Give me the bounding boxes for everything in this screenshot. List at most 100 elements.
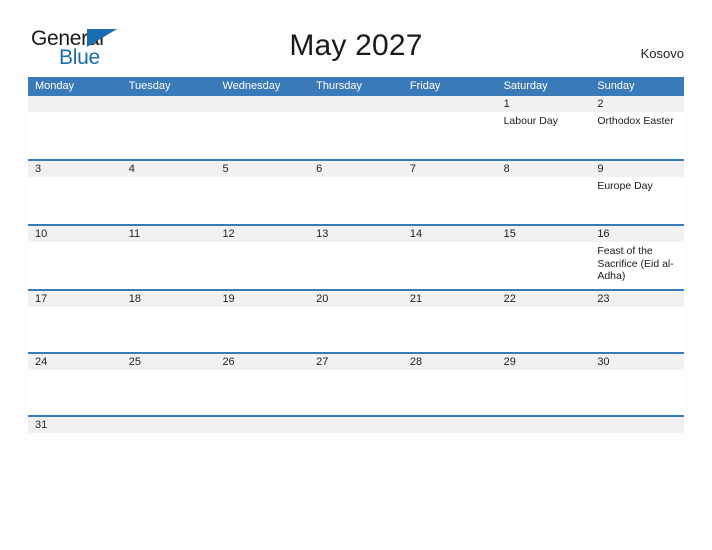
calendar-week-row: 10 11 12 13 14 15 16 Feast of the Sacrifice (Ei…: [28, 224, 685, 289]
country-label: Kosovo: [640, 46, 684, 61]
day-cell-empty: [402, 96, 497, 159]
day-number: [590, 417, 685, 433]
weekday-header-row: Monday Tuesday Wednesday Thursday Friday…: [28, 77, 684, 96]
day-cell-empty: [28, 96, 122, 159]
day-number: 22: [496, 291, 591, 307]
day-number: 1: [496, 96, 591, 112]
day-events: Labour Day: [497, 112, 591, 128]
day-cell[interactable]: 17: [28, 291, 122, 352]
day-number: 17: [28, 291, 122, 307]
day-number: 26: [215, 354, 310, 370]
calendar-week-inner: 17 18 19 20 21 22 23: [28, 291, 685, 352]
day-cell[interactable]: 29: [496, 354, 591, 415]
day-cell[interactable]: 12: [215, 226, 310, 289]
day-cell-empty: [309, 417, 403, 433]
calendar-week-inner: 24 25 26 27 28 29 30: [28, 354, 685, 415]
weekday-header-sunday: Sunday: [597, 80, 635, 92]
calendar-week-row: 1 Labour Day 2 Orthodox Easter: [28, 96, 685, 159]
day-events: Orthodox Easter: [590, 112, 684, 128]
day-number: 20: [309, 291, 403, 307]
day-cell[interactable]: 8: [496, 161, 591, 224]
day-cell-empty: [121, 417, 216, 433]
day-events: Feast of the Sacrifice (Eid al-Adha): [590, 242, 684, 283]
day-number: [402, 96, 497, 112]
day-number: 13: [309, 226, 403, 242]
day-cell[interactable]: 13: [309, 226, 403, 289]
calendar-week-inner: 3 4 5 6 7 8 9 Europe Day: [28, 161, 685, 224]
day-cell[interactable]: 28: [402, 354, 497, 415]
day-number: 24: [28, 354, 122, 370]
day-cell-empty: [496, 417, 591, 433]
day-cell-empty: [309, 96, 403, 159]
day-cell[interactable]: 14: [402, 226, 497, 289]
day-cell[interactable]: 15: [496, 226, 591, 289]
holiday-event: Orthodox Easter: [597, 115, 674, 127]
day-number: 27: [309, 354, 403, 370]
day-cell[interactable]: 4: [121, 161, 216, 224]
day-number: 7: [402, 161, 497, 177]
weekday-header-friday: Friday: [409, 80, 441, 92]
day-cell[interactable]: 23: [590, 291, 685, 352]
day-cell[interactable]: 3: [28, 161, 122, 224]
day-number: 16: [590, 226, 685, 242]
day-cell[interactable]: 11: [121, 226, 216, 289]
weekday-header-monday: Monday: [35, 80, 75, 92]
day-number: 8: [496, 161, 591, 177]
calendar-page: General Blue May 2027 Kosovo Monday Tues…: [0, 0, 712, 550]
day-number: [309, 417, 403, 433]
day-cell[interactable]: 7: [402, 161, 497, 224]
day-cell[interactable]: 5: [215, 161, 310, 224]
day-cell[interactable]: 24: [28, 354, 122, 415]
day-number: [215, 96, 310, 112]
day-number: [309, 96, 403, 112]
day-number: 23: [590, 291, 685, 307]
day-cell[interactable]: 31: [28, 417, 122, 433]
day-number: 12: [215, 226, 310, 242]
calendar-weeks: 1 Labour Day 2 Orthodox Easter 3 4 5 6 7 8 9 Europe…: [28, 96, 685, 433]
day-cell-empty: [402, 417, 497, 433]
day-number: 10: [28, 226, 122, 242]
calendar-week-row: 24 25 26 27 28 29 30: [28, 352, 685, 415]
day-cell[interactable]: 6: [309, 161, 403, 224]
day-cell[interactable]: 21: [402, 291, 497, 352]
calendar-week-row: 17 18 19 20 21 22 23: [28, 289, 685, 352]
day-number: [215, 417, 310, 433]
day-cell[interactable]: 1 Labour Day: [496, 96, 591, 159]
day-cell[interactable]: 18: [121, 291, 216, 352]
day-cell-empty: [215, 96, 310, 159]
day-cell[interactable]: 26: [215, 354, 310, 415]
day-cell[interactable]: 22: [496, 291, 591, 352]
calendar-week-row: 31: [28, 415, 685, 433]
day-number: [121, 96, 216, 112]
calendar-week-inner: 10 11 12 13 14 15 16 Feast of the Sacrifice (Ei…: [28, 226, 685, 289]
day-events: Europe Day: [590, 177, 684, 193]
day-number: 14: [402, 226, 497, 242]
calendar-week-inner: 31: [28, 417, 685, 433]
day-number: 2: [590, 96, 685, 112]
day-cell[interactable]: 19: [215, 291, 310, 352]
day-cell-empty: [215, 417, 310, 433]
day-number: 9: [590, 161, 685, 177]
holiday-event: Labour Day: [503, 115, 558, 127]
day-cell[interactable]: 27: [309, 354, 403, 415]
day-number: [28, 96, 122, 112]
page-title: May 2027: [289, 29, 423, 62]
page-header: General Blue May 2027 Kosovo: [0, 0, 712, 76]
calendar-week-inner: 1 Labour Day 2 Orthodox Easter: [28, 96, 685, 159]
calendar-grid: Monday Tuesday Wednesday Thursday Friday…: [28, 77, 685, 433]
weekday-header-saturday: Saturday: [503, 80, 548, 92]
day-number: [402, 417, 497, 433]
day-number: 25: [121, 354, 216, 370]
day-cell[interactable]: 20: [309, 291, 403, 352]
day-number: 21: [402, 291, 497, 307]
day-cell[interactable]: 25: [121, 354, 216, 415]
day-cell[interactable]: 9 Europe Day: [590, 161, 685, 224]
day-cell[interactable]: 16 Feast of the Sacrifice (Eid al-Adha): [590, 226, 685, 289]
day-cell[interactable]: 30: [590, 354, 685, 415]
day-cell-empty: [590, 417, 685, 433]
day-number: 29: [496, 354, 591, 370]
day-cell[interactable]: 2 Orthodox Easter: [590, 96, 685, 159]
holiday-event: Europe Day: [597, 180, 653, 192]
day-number: 18: [121, 291, 216, 307]
day-cell[interactable]: 10: [28, 226, 122, 289]
